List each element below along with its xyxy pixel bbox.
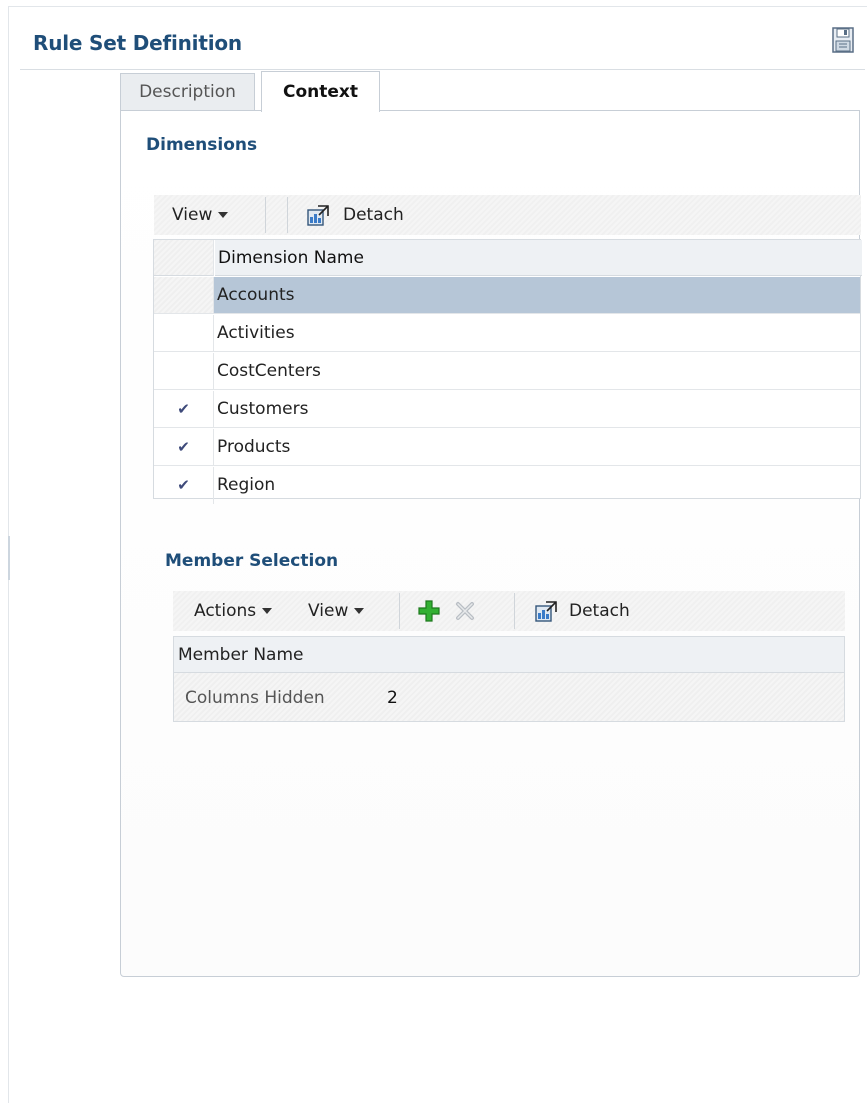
context-panel: Dimensions View Detach Dimension Name Ac… (120, 110, 862, 977)
dimension-name: Region (217, 475, 276, 495)
actions-menu-label: Actions (194, 601, 257, 621)
dimension-name: Products (217, 437, 291, 457)
columns-hidden-count: 2 (387, 688, 398, 708)
delete-icon[interactable] (455, 601, 475, 621)
toolbar-divider (514, 593, 515, 629)
splitter-handle[interactable] (8, 536, 10, 580)
dimension-name: Customers (217, 399, 309, 419)
tab-description[interactable]: Description (120, 73, 255, 111)
row-select-cell (154, 277, 214, 313)
toolbar-divider (287, 197, 288, 233)
table-row[interactable]: ✔ Customers (154, 391, 860, 428)
member-detach-button[interactable]: Detach (569, 591, 630, 631)
row-select-cell (154, 353, 214, 389)
dimensions-detach-button[interactable]: Detach (343, 195, 404, 235)
checkmark-icon: ✔ (154, 429, 214, 465)
view-menu-label: View (308, 601, 349, 621)
detach-icon[interactable] (535, 601, 557, 622)
table-row[interactable]: Activities (154, 315, 860, 352)
table-row[interactable]: ✔ Products (154, 429, 860, 466)
table-row[interactable]: ✔ Region (154, 467, 860, 504)
checkmark-icon: ✔ (154, 391, 214, 427)
row-select-cell (154, 315, 214, 351)
member-table: Member Name Columns Hidden 2 (173, 636, 845, 722)
add-icon[interactable] (418, 600, 440, 622)
member-toolbar: Actions View Detach (173, 591, 845, 631)
dimensions-toolbar: View Detach (154, 195, 861, 235)
dimensions-title: Dimensions (146, 135, 258, 155)
view-menu-label: View (172, 205, 213, 225)
table-row[interactable]: CostCenters (154, 353, 860, 390)
dimension-name: Activities (217, 323, 295, 343)
column-header-dimension-name[interactable]: Dimension Name (215, 240, 862, 276)
dimension-name: CostCenters (217, 361, 321, 381)
detach-icon[interactable] (307, 205, 329, 226)
toolbar-divider (265, 197, 266, 233)
page-title: Rule Set Definition (33, 31, 242, 55)
member-view-menu[interactable]: View (308, 591, 365, 631)
dimension-name: Accounts (217, 285, 295, 305)
member-selection-title: Member Selection (165, 551, 339, 571)
column-header-member-name[interactable]: Member Name (174, 637, 844, 673)
page-header: Rule Set Definition (20, 24, 865, 70)
dimensions-view-menu[interactable]: View (172, 195, 229, 235)
toolbar-divider (399, 593, 400, 629)
chevron-down-icon (262, 608, 273, 614)
table-row[interactable]: Accounts (154, 277, 860, 314)
tab-context[interactable]: Context (261, 71, 380, 112)
dimensions-table: Dimension Name Accounts Activities CostC… (153, 239, 862, 504)
save-icon[interactable] (832, 27, 854, 53)
member-actions-menu[interactable]: Actions (194, 591, 273, 631)
checkmark-icon: ✔ (154, 467, 214, 504)
chevron-down-icon (354, 608, 365, 614)
table-header-select-column (154, 240, 214, 276)
chevron-down-icon (218, 212, 229, 218)
columns-hidden-label: Columns Hidden (185, 688, 325, 708)
columns-hidden-status: Columns Hidden 2 (174, 674, 844, 723)
